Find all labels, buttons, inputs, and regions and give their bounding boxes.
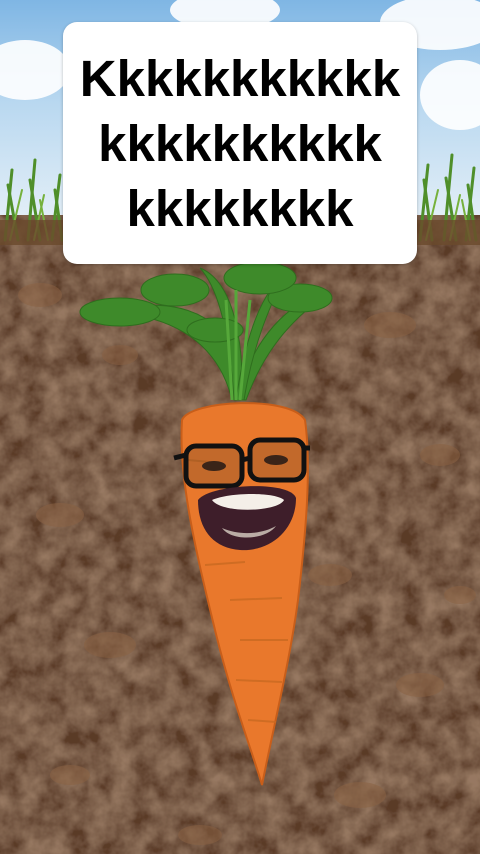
soil-background	[0, 215, 480, 854]
caption-box: Kkkkkkkkkkk kkkkkkkkkk kkkkkkkk	[63, 22, 417, 264]
video-frame: Kkkkkkkkkkk kkkkkkkkkk kkkkkkkk	[0, 0, 480, 854]
caption-line-2: kkkkkkkkkk	[98, 114, 382, 172]
caption-line-1: Kkkkkkkkkkk	[79, 49, 401, 107]
caption-line-3: kkkkkkkk	[126, 179, 354, 237]
caption-text: Kkkkkkkkkkk kkkkkkkkkk kkkkkkkk	[72, 46, 408, 241]
